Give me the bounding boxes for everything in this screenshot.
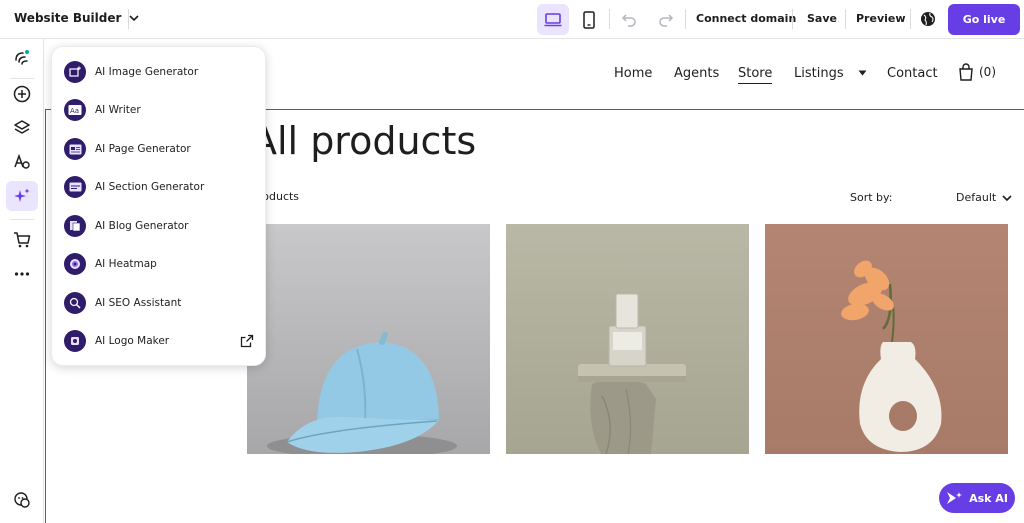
add-element-button[interactable] bbox=[6, 79, 38, 109]
cart-icon bbox=[14, 232, 31, 248]
undo-icon[interactable] bbox=[621, 11, 637, 27]
website-builder-menu[interactable]: Website Builder bbox=[14, 11, 140, 25]
logo-maker-icon bbox=[64, 330, 86, 352]
nav-contact[interactable]: Contact bbox=[887, 66, 938, 81]
menu-item-label: AI Image Generator bbox=[95, 66, 199, 78]
product-card[interactable] bbox=[765, 224, 1008, 454]
menu-item-label: AI Writer bbox=[95, 104, 141, 116]
globe-icon[interactable] bbox=[920, 11, 936, 27]
ai-tools-button[interactable] bbox=[6, 181, 38, 211]
image-sparkle-icon bbox=[64, 61, 86, 83]
layers-icon bbox=[14, 120, 30, 134]
ai-heatmap-item[interactable]: AI Heatmap bbox=[64, 248, 256, 280]
heatmap-icon bbox=[64, 253, 86, 275]
menu-item-label: AI Heatmap bbox=[95, 258, 157, 270]
nav-listings[interactable]: Listings bbox=[794, 66, 867, 81]
shopping-bag-icon bbox=[959, 63, 973, 81]
plus-circle-icon bbox=[13, 85, 31, 103]
seo-search-icon bbox=[64, 292, 86, 314]
sort-select[interactable]: Default bbox=[956, 191, 1012, 204]
chevron-down-icon bbox=[129, 15, 139, 22]
help-button[interactable] bbox=[6, 485, 38, 515]
ai-seo-assistant-item[interactable]: AI SEO Assistant bbox=[64, 287, 256, 319]
ai-blog-generator-item[interactable]: AI Blog Generator bbox=[64, 210, 256, 242]
product-image-cap bbox=[267, 332, 457, 454]
more-button[interactable] bbox=[6, 259, 38, 289]
ai-page-generator-item[interactable]: AI Page Generator bbox=[64, 133, 256, 165]
hostinger-logo bbox=[6, 42, 38, 72]
ask-ai-button[interactable]: Ask AI bbox=[939, 483, 1015, 513]
nav-home[interactable]: Home bbox=[614, 66, 652, 81]
nav-agents[interactable]: Agents bbox=[674, 66, 719, 81]
more-dots-icon bbox=[14, 272, 30, 276]
nav-store[interactable]: Store bbox=[738, 66, 773, 84]
page-title: All products bbox=[251, 119, 477, 163]
external-link-icon bbox=[240, 334, 254, 348]
top-bar: Website Builder Connect domain Save Prev… bbox=[0, 0, 1024, 39]
brand-label: Website Builder bbox=[14, 11, 122, 25]
styles-button[interactable] bbox=[6, 147, 38, 177]
caret-down-icon bbox=[858, 70, 867, 76]
preview-button[interactable]: Preview bbox=[856, 12, 906, 25]
connect-domain-button[interactable]: Connect domain bbox=[696, 12, 796, 25]
text-aa-icon: Aa bbox=[64, 99, 86, 121]
ai-tools-dropdown: AI Image Generator Aa AI Writer AI Page … bbox=[51, 46, 266, 366]
product-image-perfume bbox=[578, 293, 686, 454]
layers-button[interactable] bbox=[6, 113, 38, 143]
ask-ai-label: Ask AI bbox=[969, 491, 1008, 505]
svg-text:Aa: Aa bbox=[70, 107, 79, 115]
go-live-button[interactable]: Go live bbox=[948, 4, 1020, 35]
ai-writer-item[interactable]: Aa AI Writer bbox=[64, 94, 256, 126]
menu-item-label: AI SEO Assistant bbox=[95, 297, 182, 309]
save-button[interactable]: Save bbox=[807, 12, 837, 25]
desktop-icon bbox=[544, 12, 562, 26]
sort-label: Sort by: bbox=[850, 191, 893, 204]
divider bbox=[910, 9, 911, 29]
ai-sparkle-icon bbox=[947, 492, 963, 504]
cart-button[interactable]: (0) bbox=[958, 63, 996, 81]
divider bbox=[128, 9, 129, 29]
divider bbox=[685, 9, 686, 29]
left-rail bbox=[0, 39, 44, 523]
menu-item-label: AI Page Generator bbox=[95, 143, 191, 155]
blog-icon bbox=[64, 215, 86, 237]
divider bbox=[845, 9, 846, 29]
menu-item-label: AI Logo Maker bbox=[95, 335, 170, 347]
store-button[interactable] bbox=[6, 225, 38, 255]
product-card[interactable] bbox=[247, 224, 490, 454]
rail-divider bbox=[10, 219, 34, 220]
divider bbox=[792, 9, 793, 29]
section-layout-icon bbox=[64, 176, 86, 198]
nav-listings-label: Listings bbox=[794, 66, 844, 81]
product-image-vase bbox=[841, 260, 942, 452]
chevron-down-icon bbox=[1002, 194, 1012, 201]
redo-icon[interactable] bbox=[658, 11, 674, 27]
mobile-view-button[interactable] bbox=[573, 4, 605, 35]
menu-item-label: AI Blog Generator bbox=[95, 220, 189, 232]
page-layout-icon bbox=[64, 138, 86, 160]
divider bbox=[609, 9, 610, 29]
mobile-icon bbox=[583, 10, 595, 29]
ai-section-generator-item[interactable]: AI Section Generator bbox=[64, 171, 256, 203]
product-card[interactable] bbox=[506, 224, 749, 454]
sort-value: Default bbox=[956, 191, 997, 204]
help-chat-icon bbox=[14, 492, 30, 508]
builder-logo-icon bbox=[15, 50, 29, 65]
menu-item-label: AI Section Generator bbox=[95, 181, 205, 193]
cart-count: (0) bbox=[979, 65, 996, 79]
desktop-view-button[interactable] bbox=[537, 4, 569, 35]
ai-image-generator-item[interactable]: AI Image Generator bbox=[64, 56, 256, 88]
typography-style-icon bbox=[14, 153, 30, 169]
sparkles-icon bbox=[14, 188, 30, 202]
ai-logo-maker-item[interactable]: AI Logo Maker bbox=[64, 325, 256, 357]
